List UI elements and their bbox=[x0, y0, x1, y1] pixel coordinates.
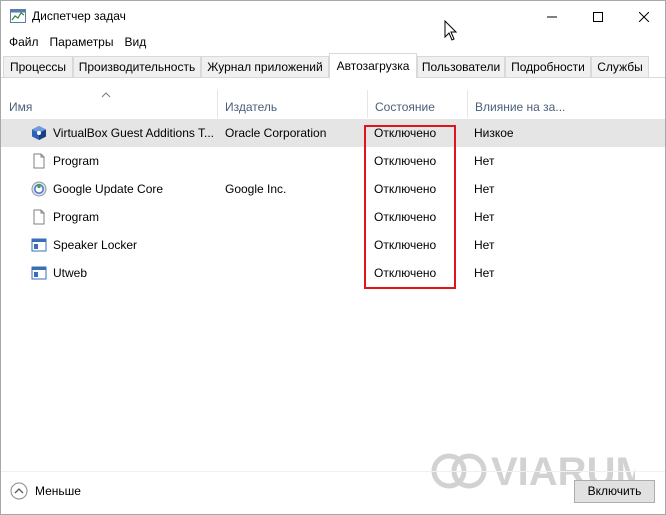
window-title: Диспетчер задач bbox=[32, 9, 126, 23]
tab-services[interactable]: Службы bbox=[591, 56, 649, 77]
row-status: Отключено bbox=[374, 126, 437, 140]
table-row[interactable]: Utweb Отключено Нет bbox=[1, 259, 665, 287]
maximize-button[interactable] bbox=[575, 1, 621, 32]
row-impact: Нет bbox=[474, 238, 495, 252]
document-icon bbox=[33, 153, 45, 169]
app-window-icon bbox=[31, 266, 47, 280]
table-row[interactable]: Program Отключено Нет bbox=[1, 203, 665, 231]
maximize-icon bbox=[593, 11, 603, 22]
startup-table: Имя Издатель Состояние Влияние на за... … bbox=[1, 88, 665, 468]
tab-strip: Процессы Производительность Журнал прило… bbox=[1, 53, 665, 78]
table-row[interactable]: Speaker Locker Отключено Нет bbox=[1, 231, 665, 259]
minimize-icon bbox=[547, 16, 557, 17]
virtualbox-icon bbox=[32, 126, 46, 140]
tab-startup[interactable]: Автозагрузка bbox=[329, 53, 417, 78]
tab-details[interactable]: Подробности bbox=[505, 56, 591, 77]
fewer-details-button[interactable]: Меньше bbox=[10, 482, 81, 500]
chevron-up-circle-icon bbox=[10, 482, 28, 500]
document-icon bbox=[33, 209, 45, 225]
google-update-icon bbox=[31, 181, 47, 197]
row-name: Speaker Locker bbox=[53, 238, 138, 252]
task-manager-window: Диспетчер задач Файл Параметры Вид Проце… bbox=[0, 0, 666, 515]
row-status: Отключено bbox=[374, 266, 437, 280]
tab-processes[interactable]: Процессы bbox=[3, 56, 73, 77]
menu-bar: Файл Параметры Вид bbox=[1, 32, 149, 52]
row-name: Google Update Core bbox=[53, 182, 164, 196]
menu-options[interactable]: Параметры bbox=[42, 32, 114, 52]
close-icon bbox=[639, 11, 649, 22]
row-impact: Низкое bbox=[474, 126, 514, 140]
row-impact: Нет bbox=[474, 210, 495, 224]
menu-file[interactable]: Файл bbox=[1, 32, 39, 52]
tab-users[interactable]: Пользователи bbox=[417, 56, 505, 77]
footer-divider bbox=[1, 471, 665, 472]
row-impact: Нет bbox=[474, 266, 495, 280]
row-status: Отключено bbox=[374, 154, 437, 168]
app-window-icon bbox=[31, 238, 47, 252]
table-row[interactable]: Program Отключено Нет bbox=[1, 147, 665, 175]
row-status: Отключено bbox=[374, 238, 437, 252]
minimize-button[interactable] bbox=[529, 1, 575, 32]
enable-button[interactable]: Включить bbox=[574, 480, 655, 503]
menu-view[interactable]: Вид bbox=[116, 32, 146, 52]
row-status: Отключено bbox=[374, 182, 437, 196]
row-publisher: Google Inc. bbox=[225, 182, 287, 196]
tab-app-history[interactable]: Журнал приложений bbox=[201, 56, 329, 77]
row-status: Отключено bbox=[374, 210, 437, 224]
column-header-name[interactable]: Имя bbox=[1, 88, 217, 118]
row-impact: Нет bbox=[474, 182, 495, 196]
row-name: Program bbox=[53, 154, 100, 168]
mouse-cursor-icon bbox=[444, 20, 458, 41]
row-name: Program bbox=[53, 210, 100, 224]
column-header-status[interactable]: Состояние bbox=[367, 88, 467, 118]
row-impact: Нет bbox=[474, 154, 495, 168]
tab-performance[interactable]: Производительность bbox=[73, 56, 201, 77]
table-row[interactable]: Google Update Core Google Inc. Отключено… bbox=[1, 175, 665, 203]
row-publisher: Oracle Corporation bbox=[225, 126, 327, 140]
title-bar: Диспетчер задач bbox=[1, 1, 665, 41]
row-name: Utweb bbox=[53, 266, 88, 280]
row-name: VirtualBox Guest Additions T... bbox=[53, 126, 214, 140]
fewer-details-label: Меньше bbox=[35, 484, 81, 498]
task-manager-icon bbox=[10, 9, 26, 23]
column-header-publisher[interactable]: Издатель bbox=[217, 88, 367, 118]
column-header-impact[interactable]: Влияние на за... bbox=[467, 88, 567, 118]
close-button[interactable] bbox=[621, 1, 665, 32]
table-row[interactable]: VirtualBox Guest Additions T... Oracle C… bbox=[1, 119, 665, 147]
